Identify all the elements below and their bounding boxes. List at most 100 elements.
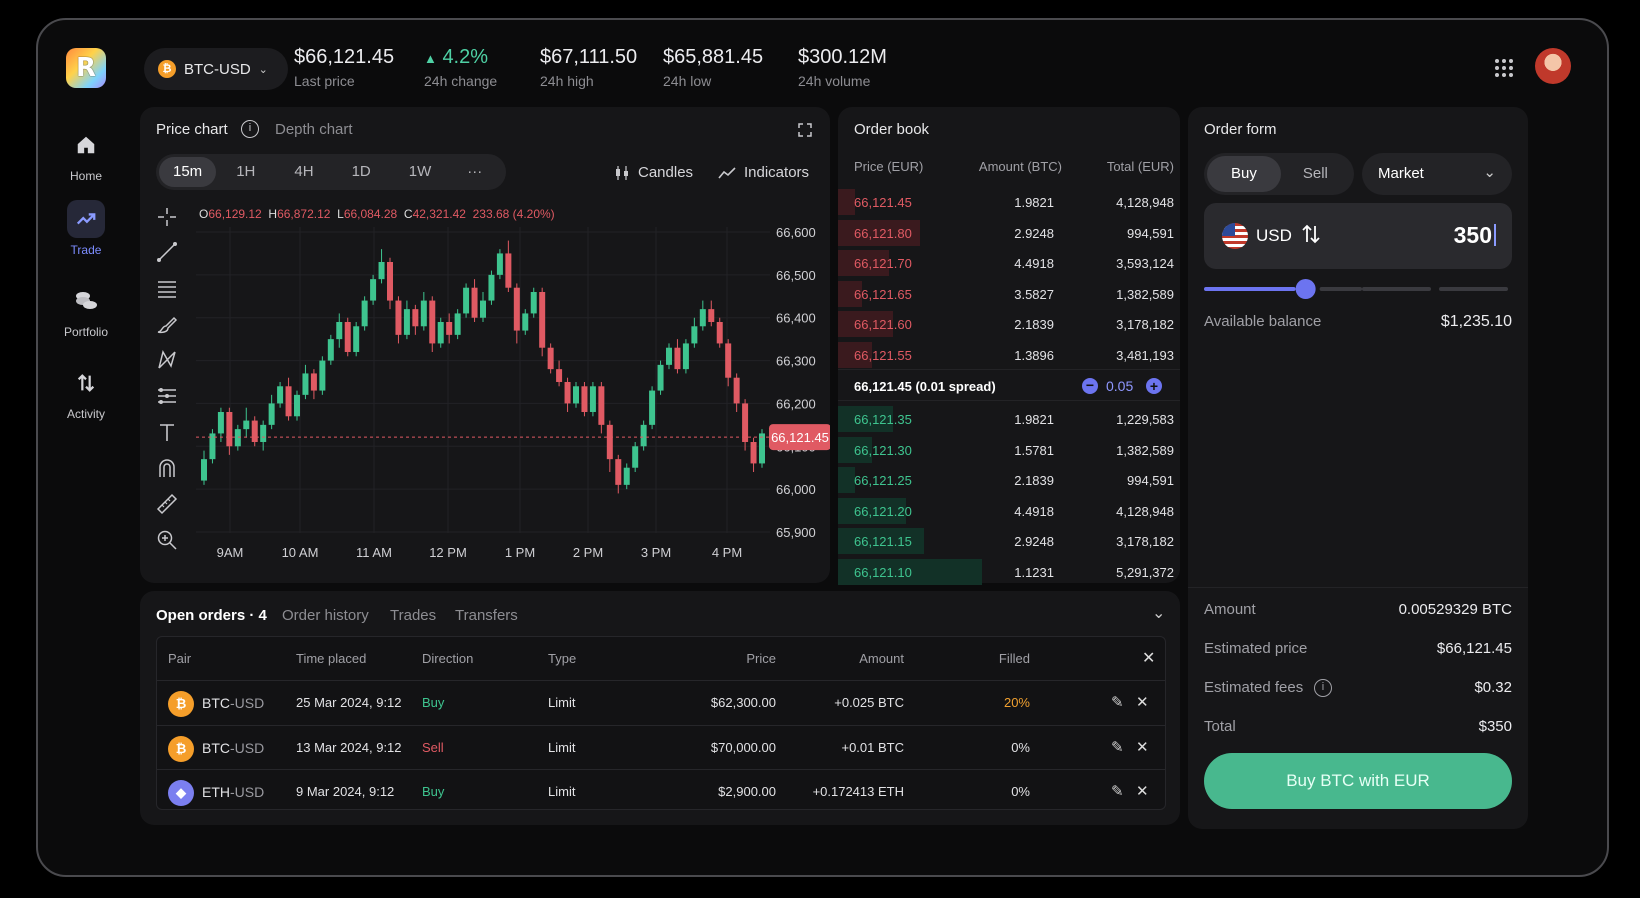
info-icon[interactable]: i xyxy=(1314,679,1332,697)
amount-input[interactable]: 350 xyxy=(1454,222,1492,249)
candle-body xyxy=(395,300,402,335)
ob-total: 1,382,589 xyxy=(1116,442,1174,458)
ob-total: 3,593,124 xyxy=(1116,256,1174,271)
cancel-order-icon[interactable]: ✕ xyxy=(1136,738,1149,756)
amount-input-box[interactable]: USD 350 xyxy=(1204,203,1512,269)
summary-amount: Amount 0.00529329 BTC xyxy=(1204,601,1512,623)
order-book-row[interactable]: 66,121.10 1.1231 5,291,372 xyxy=(838,557,1180,587)
cancel-all-icon[interactable]: ✕ xyxy=(1142,648,1155,668)
ob-price: 66,121.45 xyxy=(854,195,912,210)
amount-slider[interactable] xyxy=(1204,277,1512,301)
order-book-row[interactable]: 66,121.80 2.9248 994,591 xyxy=(838,218,1180,248)
side-toggle: Buy Sell xyxy=(1204,153,1354,195)
y-tick-label: 66,200 xyxy=(776,396,816,411)
edit-icon[interactable]: ✎ xyxy=(1111,782,1124,800)
ob-price: 66,121.65 xyxy=(854,286,912,302)
chevron-down-icon[interactable]: ⌄ xyxy=(1152,603,1165,623)
buy-submit-button[interactable]: Buy BTC with EUR xyxy=(1204,753,1512,809)
candle-body xyxy=(539,292,546,348)
candle-body xyxy=(708,309,715,322)
candle-body xyxy=(623,467,630,485)
buy-tab[interactable]: Buy xyxy=(1207,156,1281,192)
nav-trade[interactable]: Trade xyxy=(52,200,120,257)
stat-value: $65,881.45 xyxy=(663,46,764,68)
candle-body xyxy=(742,403,749,442)
nav-portfolio[interactable]: Portfolio xyxy=(52,282,120,339)
coins-icon xyxy=(67,282,105,320)
candle-body xyxy=(234,429,241,447)
candle-body xyxy=(454,313,461,335)
ob-price: 66,121.25 xyxy=(854,473,912,488)
order-book-row[interactable]: 66,121.25 2.1839 994,591 xyxy=(838,465,1180,495)
pair-cell: BTC-USD xyxy=(202,739,265,756)
table-row[interactable]: ◆ ETH-USD 9 Mar 2024, 9:12 Buy Limit $2,900.0… xyxy=(156,769,1166,813)
candle-body xyxy=(556,369,563,382)
nav-home[interactable]: Home xyxy=(52,126,120,183)
available-balance: Available balance $1,235.10 xyxy=(1204,313,1512,335)
col-total: Total (EUR) xyxy=(1106,159,1174,174)
tab-open-orders[interactable]: Open orders · 4 xyxy=(156,607,267,624)
stat-value: $67,111.50 xyxy=(540,46,638,68)
ob-price: 66,121.20 xyxy=(854,503,912,519)
tab-trades[interactable]: Trades xyxy=(390,607,436,624)
sell-tab[interactable]: Sell xyxy=(1281,159,1350,189)
table-row[interactable]: ₿ BTC-USD 25 Mar 2024, 9:12 Buy Limit $62,300… xyxy=(156,680,1166,724)
candle-body xyxy=(437,322,444,344)
candle-body xyxy=(589,386,596,412)
candle-body xyxy=(446,322,453,335)
ob-amount: 1.1231 xyxy=(1014,564,1054,580)
ob-amount: 1.9821 xyxy=(1014,412,1054,427)
summary-estimated-price: Estimated price $66,121.45 xyxy=(1204,640,1512,662)
ob-amount: 1.3896 xyxy=(1014,347,1054,363)
order-book-title: Order book xyxy=(854,121,930,138)
available-value: $1,235.10 xyxy=(1440,313,1512,330)
plus-icon[interactable]: + xyxy=(1146,378,1162,394)
chevron-down-icon: ⌄ xyxy=(258,63,268,76)
edit-icon[interactable]: ✎ xyxy=(1111,738,1124,756)
app-logo[interactable]: R xyxy=(66,48,106,88)
candle-body xyxy=(420,300,427,327)
candle-body xyxy=(243,420,250,430)
divider xyxy=(1188,587,1528,588)
depth-bar xyxy=(838,189,856,215)
candlestick-chart[interactable]: 66,60066,50066,40066,30066,20066,10066,0… xyxy=(140,107,830,583)
candle-body xyxy=(733,377,740,404)
order-book-row[interactable]: 66,121.30 1.5781 1,382,589 xyxy=(838,435,1180,465)
summary-value: 0.00529329 BTC xyxy=(1398,601,1512,618)
candle-body xyxy=(716,322,723,344)
candle-body xyxy=(682,343,689,370)
candle-body xyxy=(530,292,537,314)
apps-grid-icon[interactable] xyxy=(1494,58,1514,83)
table-row[interactable]: ₿ BTC-USD 13 Mar 2024, 9:12 Sell Limit $70,00… xyxy=(156,724,1166,769)
cancel-order-icon[interactable]: ✕ xyxy=(1136,782,1149,800)
order-book-row[interactable]: 66,121.60 2.1839 3,178,182 xyxy=(838,309,1180,339)
edit-icon[interactable]: ✎ xyxy=(1111,693,1124,711)
amount-cell: +0.025 BTC xyxy=(834,695,904,710)
order-type-select[interactable]: Market ⌄ xyxy=(1362,153,1512,195)
swap-icon[interactable] xyxy=(1300,223,1322,250)
order-book-row[interactable]: 66,121.35 1.9821 1,229,583 xyxy=(838,404,1180,434)
tab-order-history[interactable]: Order history xyxy=(282,607,369,624)
tab-transfers[interactable]: Transfers xyxy=(455,607,518,624)
x-tick-label: 12 PM xyxy=(429,545,467,560)
summary-label: Estimated price xyxy=(1204,640,1308,657)
order-book-row[interactable]: 66,121.15 2.9248 3,178,182 xyxy=(838,526,1180,556)
nav-activity[interactable]: Activity xyxy=(52,364,120,421)
candle-body xyxy=(327,339,334,361)
candle-body xyxy=(598,386,605,425)
x-tick-label: 1 PM xyxy=(505,545,535,560)
order-book-row[interactable]: 66,121.55 1.3896 3,481,193 xyxy=(838,340,1180,370)
order-book-row[interactable]: 66,121.70 4.4918 3,593,124 xyxy=(838,248,1180,278)
logo-letter: R xyxy=(75,53,97,83)
col-pair: Pair xyxy=(168,651,192,666)
slider-thumb[interactable] xyxy=(1295,279,1316,299)
pair-selector[interactable]: ₿ BTC-USD ⌄ xyxy=(144,48,288,90)
cancel-order-icon[interactable]: ✕ xyxy=(1136,693,1149,711)
col-type: Type xyxy=(548,651,577,666)
order-book-row[interactable]: 66,121.20 4.4918 4,128,948 xyxy=(838,496,1180,526)
minus-icon[interactable]: − xyxy=(1082,378,1098,394)
avatar[interactable] xyxy=(1535,48,1571,84)
order-book-row[interactable]: 66,121.45 1.9821 4,128,948 xyxy=(838,187,1180,217)
order-book-row[interactable]: 66,121.65 3.5827 1,382,589 xyxy=(838,279,1180,309)
summary-value: $0.32 xyxy=(1474,679,1512,696)
